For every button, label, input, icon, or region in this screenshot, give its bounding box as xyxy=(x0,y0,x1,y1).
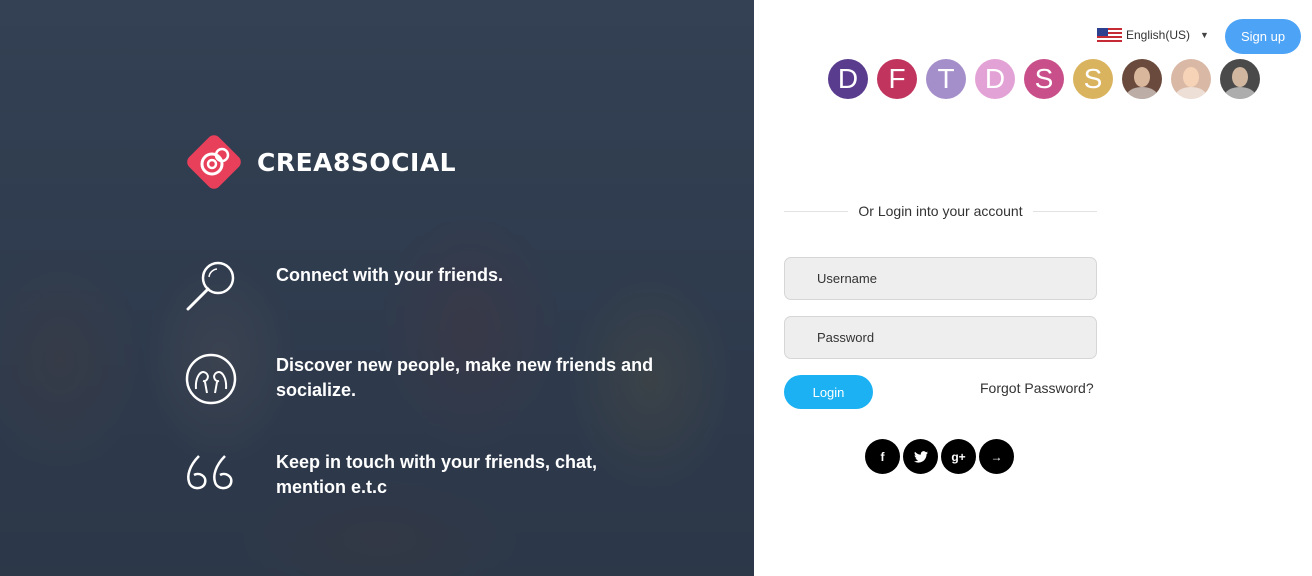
avatar-letter[interactable]: F xyxy=(877,59,917,99)
avatar-letter[interactable]: S xyxy=(1073,59,1113,99)
forgot-password-link[interactable]: Forgot Password? xyxy=(980,380,1094,396)
feature-text: Discover new people, make new friends an… xyxy=(276,355,654,400)
avatar-letter[interactable]: D xyxy=(975,59,1015,99)
hero-panel: CREA8SOCIAL Connect with your friends. D… xyxy=(0,0,754,576)
feature-chat: Keep in touch with your friends, chat, m… xyxy=(185,450,597,502)
logo-mark-icon xyxy=(184,132,244,192)
avatar-letter[interactable]: S xyxy=(1024,59,1064,99)
login-button[interactable]: Login xyxy=(784,375,873,409)
avatar-photo[interactable] xyxy=(1220,59,1260,99)
signup-button[interactable]: Sign up xyxy=(1225,19,1301,54)
login-panel: English(US) ▼ Sign up DFTDSS Or Login in… xyxy=(754,0,1312,576)
avatar-list: DFTDSS xyxy=(828,59,1269,99)
username-input[interactable] xyxy=(784,257,1097,300)
login-divider: Or Login into your account xyxy=(784,203,1097,219)
divider-text: Or Login into your account xyxy=(858,203,1023,219)
feature-connect: Connect with your friends. xyxy=(185,259,503,311)
social-login-buttons: f g+ → xyxy=(865,439,1017,474)
us-flag-icon xyxy=(1097,28,1122,42)
avatar-letter[interactable]: T xyxy=(926,59,966,99)
arrow-right-icon[interactable]: → xyxy=(979,439,1014,474)
people-icon xyxy=(185,353,237,405)
avatar-photo[interactable] xyxy=(1122,59,1162,99)
avatar-photo[interactable] xyxy=(1171,59,1211,99)
google-plus-icon[interactable]: g+ xyxy=(941,439,976,474)
brand-logo[interactable]: CREA8SOCIAL xyxy=(184,132,457,192)
feature-text: Keep in touch with your friends, chat, m… xyxy=(276,452,598,497)
avatar-letter[interactable]: D xyxy=(828,59,868,99)
password-input[interactable] xyxy=(784,316,1097,359)
brand-name: CREA8SOCIAL xyxy=(257,147,457,177)
language-selector[interactable]: English(US) ▼ xyxy=(1097,28,1209,42)
facebook-icon[interactable]: f xyxy=(865,439,900,474)
feature-text: Connect with your friends. xyxy=(276,265,504,285)
language-label: English(US) xyxy=(1126,28,1191,42)
search-icon xyxy=(186,261,235,311)
feature-discover: Discover new people, make new friends an… xyxy=(185,353,653,405)
quote-icon xyxy=(187,455,233,490)
caret-down-icon: ▼ xyxy=(1200,30,1209,40)
twitter-icon[interactable] xyxy=(903,439,938,474)
